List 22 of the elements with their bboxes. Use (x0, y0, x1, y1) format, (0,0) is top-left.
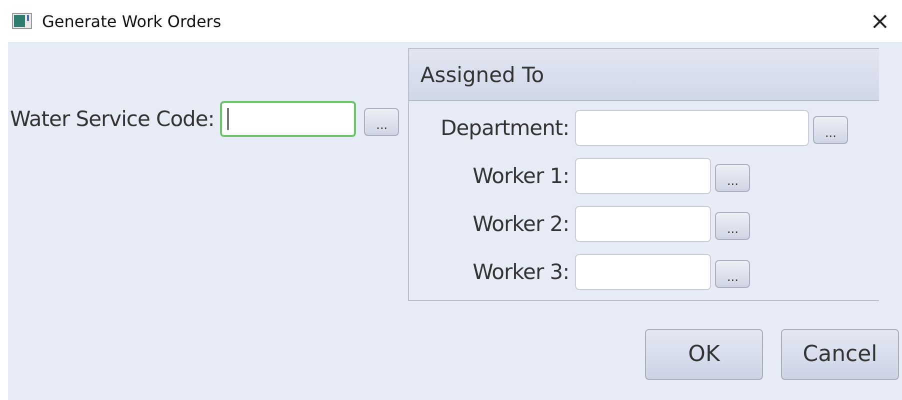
ok-button[interactable]: OK (645, 329, 763, 380)
app-icon (12, 13, 32, 29)
browse-button[interactable]: ... (715, 212, 750, 240)
input-field[interactable] (220, 101, 356, 137)
close-button[interactable]: × (866, 7, 894, 35)
input-field[interactable] (575, 254, 712, 290)
field-label: Department: (440, 116, 570, 140)
input-field[interactable] (575, 158, 712, 194)
browse-button[interactable]: ... (364, 108, 400, 136)
window-title: Generate Work Orders (42, 12, 222, 30)
browse-button[interactable]: ... (715, 260, 750, 288)
text-caret (227, 108, 230, 130)
cancel-button[interactable]: Cancel (781, 329, 899, 380)
field-label: Worker 1: (472, 164, 570, 188)
input-field[interactable] (575, 206, 712, 242)
group-title: Assigned To (409, 49, 880, 101)
browse-button[interactable]: ... (813, 116, 848, 144)
input-field[interactable] (575, 110, 810, 146)
field-label: Worker 3: (472, 260, 570, 284)
field-label: Worker 2: (472, 212, 570, 236)
field-label: Water Service Code: (10, 107, 214, 131)
browse-button[interactable]: ... (715, 164, 750, 192)
